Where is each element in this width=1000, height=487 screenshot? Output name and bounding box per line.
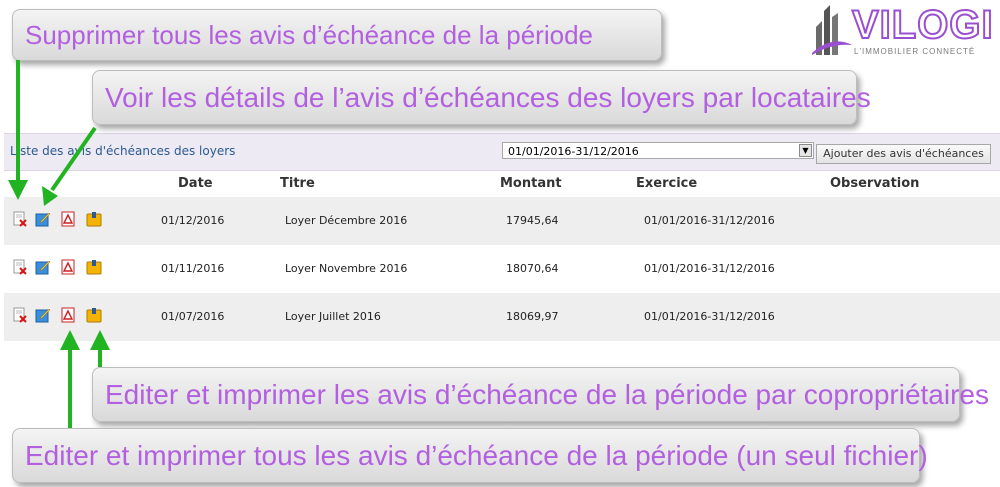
callout-view-details-text: Voir les détails de l’avis d’échéances d… (105, 81, 871, 113)
callout-print-by-owner-text: Editer et imprimer les avis d’échéance d… (105, 378, 989, 410)
arrow-print-by-owner (90, 330, 110, 367)
callout-print-all-single: Editer et imprimer tous les avis d’échéa… (12, 428, 928, 483)
arrow-print-all-single (60, 330, 80, 428)
callout-print-all-single-text: Editer et imprimer tous les avis d’échéa… (25, 439, 928, 471)
arrow-delete (8, 60, 28, 200)
callout-view-details: Voir les détails de l’avis d’échéances d… (92, 70, 871, 125)
callout-print-by-owner: Editer et imprimer les avis d’échéance d… (92, 367, 989, 422)
arrow-view-details (42, 126, 97, 206)
